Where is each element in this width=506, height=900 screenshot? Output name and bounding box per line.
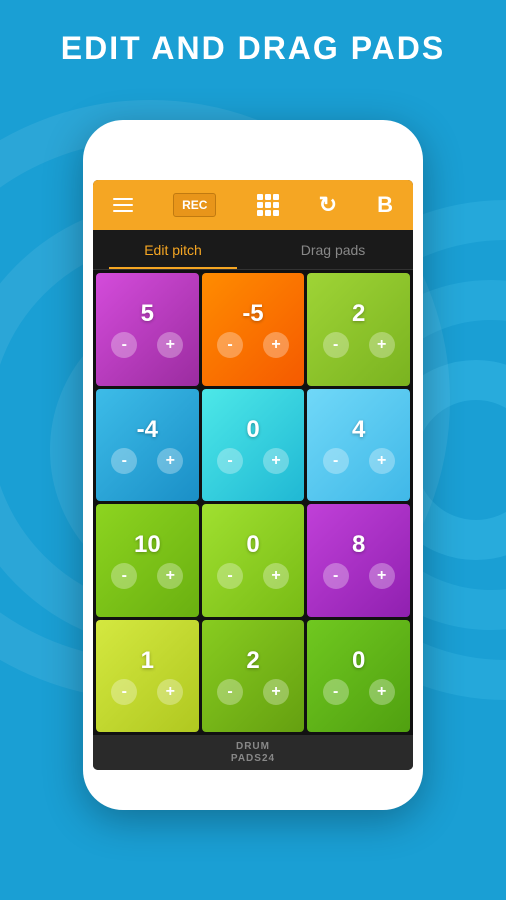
pad-controls-8: -+: [217, 563, 289, 589]
pad-minus-4[interactable]: -: [111, 448, 137, 474]
grid-dot: [257, 210, 263, 216]
pad-8[interactable]: 0-+: [202, 504, 305, 617]
brand-text: DRUM PADS24: [231, 741, 275, 765]
pad-10[interactable]: 1-+: [96, 620, 199, 733]
pad-controls-7: -+: [111, 563, 183, 589]
grid-dot: [273, 202, 279, 208]
pad-plus-8[interactable]: +: [263, 563, 289, 589]
pad-value-12: 0: [352, 647, 365, 675]
refresh-button[interactable]: ↻: [319, 192, 337, 218]
pad-value-7: 10: [134, 531, 161, 559]
pad-controls-2: -+: [217, 332, 289, 358]
grid-icon: [257, 194, 279, 216]
pad-2[interactable]: -5 -+: [202, 273, 305, 386]
brand-line2: PADS24: [231, 753, 275, 764]
tab-edit-pitch[interactable]: Edit pitch: [93, 230, 253, 269]
pad-value-1: 5: [141, 300, 154, 328]
phone-mockup: REC ↻ B Edit pitch Drag pads: [83, 120, 423, 810]
pad-minus-1[interactable]: -: [111, 332, 137, 358]
pad-value-9: 8: [352, 531, 365, 559]
pad-minus-8[interactable]: -: [217, 563, 243, 589]
tab-drag-pads[interactable]: Drag pads: [253, 230, 413, 269]
pad-controls-4: -+: [111, 448, 183, 474]
grid-dot: [257, 202, 263, 208]
pad-plus-9[interactable]: +: [369, 563, 395, 589]
pad-1[interactable]: 5-+: [96, 273, 199, 386]
pad-plus-2[interactable]: +: [263, 332, 289, 358]
pad-controls-5: -+: [217, 448, 289, 474]
pad-plus-1[interactable]: +: [157, 332, 183, 358]
phone-screen: REC ↻ B Edit pitch Drag pads: [93, 180, 413, 770]
pad-plus-3[interactable]: +: [369, 332, 395, 358]
pad-controls-12: -+: [323, 679, 395, 705]
pad-plus-4[interactable]: +: [157, 448, 183, 474]
pad-minus-9[interactable]: -: [323, 563, 349, 589]
pad-plus-6[interactable]: +: [369, 448, 395, 474]
tab-bar: Edit pitch Drag pads: [93, 230, 413, 270]
pad-plus-7[interactable]: +: [157, 563, 183, 589]
pad-plus-11[interactable]: +: [263, 679, 289, 705]
pads-grid: 5-+-5-+2-+-4-+0-+4-+10-+0-+8-+1-+2-+0-+: [93, 270, 413, 735]
menu-button[interactable]: [113, 198, 133, 212]
pad-minus-7[interactable]: -: [111, 563, 137, 589]
pad-4[interactable]: -4-+: [96, 389, 199, 502]
pad-plus-10[interactable]: +: [157, 679, 183, 705]
toolbar: REC ↻ B: [93, 180, 413, 230]
pad-controls-1: -+: [111, 332, 183, 358]
pad-7[interactable]: 10 -+: [96, 504, 199, 617]
hamburger-line-2: [113, 204, 133, 206]
grid-button[interactable]: [257, 194, 279, 216]
pad-value-6: 4: [352, 416, 365, 444]
bottom-bar: DRUM PADS24: [93, 735, 413, 770]
grid-dot: [265, 210, 271, 216]
hamburger-line-1: [113, 198, 133, 200]
pad-minus-11[interactable]: -: [217, 679, 243, 705]
pad-5[interactable]: 0-+: [202, 389, 305, 502]
pad-controls-3: -+: [323, 332, 395, 358]
pad-value-11: 2: [246, 647, 259, 675]
pad-controls-10: -+: [111, 679, 183, 705]
pad-6[interactable]: 4-+: [307, 389, 410, 502]
pad-9[interactable]: 8-+: [307, 504, 410, 617]
pad-minus-5[interactable]: -: [217, 448, 243, 474]
pad-minus-2[interactable]: -: [217, 332, 243, 358]
pad-plus-5[interactable]: +: [263, 448, 289, 474]
pad-value-8: 0: [246, 531, 259, 559]
grid-dot: [273, 194, 279, 200]
rec-button[interactable]: REC: [173, 193, 216, 217]
grid-dot: [265, 202, 271, 208]
pad-minus-3[interactable]: -: [323, 332, 349, 358]
grid-dot: [265, 194, 271, 200]
pad-value-2: -5: [242, 300, 263, 328]
pad-value-5: 0: [246, 416, 259, 444]
hamburger-line-3: [113, 210, 133, 212]
page-title: EDIT AND DRAG PADS: [0, 30, 506, 67]
pad-value-3: 2: [352, 300, 365, 328]
pad-value-10: 1: [141, 647, 154, 675]
pad-minus-10[interactable]: -: [111, 679, 137, 705]
grid-dot: [257, 194, 263, 200]
brand-line1: DRUM: [236, 741, 270, 752]
grid-dot: [273, 210, 279, 216]
pad-controls-9: -+: [323, 563, 395, 589]
pad-minus-12[interactable]: -: [323, 679, 349, 705]
hamburger-icon: [113, 198, 133, 212]
pad-controls-6: -+: [323, 448, 395, 474]
pad-controls-11: -+: [217, 679, 289, 705]
pad-3[interactable]: 2-+: [307, 273, 410, 386]
pad-value-4: -4: [137, 416, 158, 444]
pad-plus-12[interactable]: +: [369, 679, 395, 705]
b-button[interactable]: B: [377, 192, 393, 218]
pad-11[interactable]: 2-+: [202, 620, 305, 733]
pad-minus-6[interactable]: -: [323, 448, 349, 474]
pad-12[interactable]: 0-+: [307, 620, 410, 733]
